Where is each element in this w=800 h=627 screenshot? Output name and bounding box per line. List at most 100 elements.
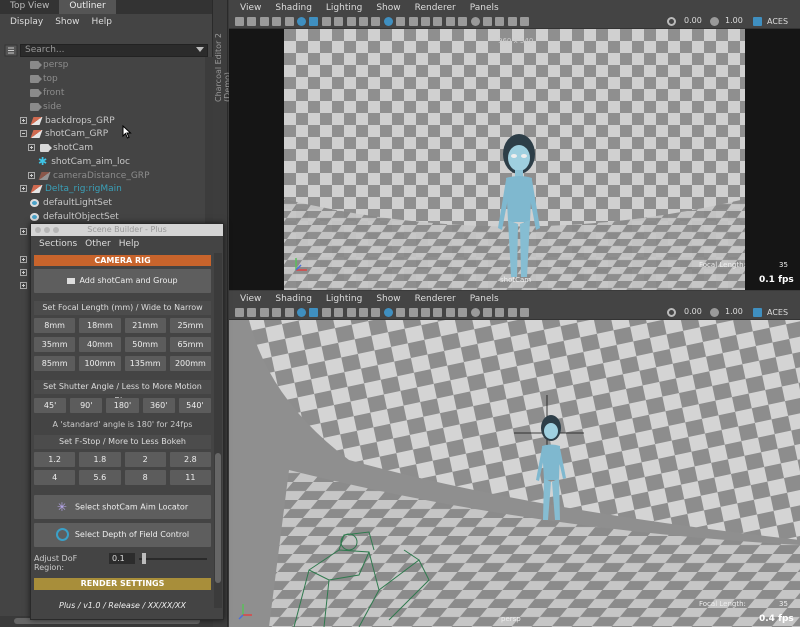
- fstop-button-1-2[interactable]: 1.2: [34, 452, 76, 467]
- collapse-icon[interactable]: [20, 130, 27, 137]
- fstop-button-2[interactable]: 2: [124, 452, 166, 467]
- camera-rig-header[interactable]: CAMERA RIG: [34, 255, 211, 266]
- gate-mask-icon[interactable]: [321, 17, 331, 26]
- safe-title-icon[interactable]: [359, 17, 368, 26]
- add-shotcam-button[interactable]: Add shotCam and Group: [34, 269, 211, 293]
- scene-builder-scrollbar[interactable]: [214, 253, 222, 608]
- outliner-item-camera-distance-grp[interactable]: cameraDistance_GRP: [28, 169, 150, 182]
- expand-icon[interactable]: [28, 144, 35, 151]
- image-plane-icon[interactable]: [272, 17, 282, 26]
- safe-action-icon[interactable]: [346, 308, 356, 317]
- fstop-button-4[interactable]: 4: [34, 470, 76, 485]
- dof-region-slider[interactable]: [139, 558, 207, 560]
- menu-panels[interactable]: Panels: [463, 3, 506, 13]
- motion-blur-icon[interactable]: [458, 17, 468, 26]
- expand-icon[interactable]: [20, 117, 27, 124]
- bookmark-icon[interactable]: [259, 308, 269, 317]
- tab-top-view[interactable]: Top View: [0, 0, 59, 14]
- menu-show[interactable]: Show: [49, 17, 85, 27]
- focal-button-100mm[interactable]: 100mm: [79, 356, 121, 371]
- focal-button-135mm[interactable]: 135mm: [124, 356, 166, 371]
- image-plane-icon[interactable]: [272, 308, 282, 317]
- wireframe-on-shaded-icon[interactable]: [396, 308, 406, 317]
- lights-icon[interactable]: [421, 308, 430, 317]
- ambient-occlusion-icon[interactable]: [445, 17, 455, 26]
- menu-lighting[interactable]: Lighting: [319, 3, 369, 13]
- scrollbar-thumb[interactable]: [215, 453, 221, 583]
- xray-icon[interactable]: [495, 17, 505, 26]
- shutter-button-360[interactable]: 360': [142, 398, 175, 413]
- motion-blur-icon[interactable]: [458, 308, 468, 317]
- minimize-window-icon[interactable]: [44, 227, 50, 233]
- fstop-button-11[interactable]: 11: [169, 470, 211, 485]
- render-settings-header[interactable]: RENDER SETTINGS: [34, 578, 211, 590]
- textured-icon[interactable]: [408, 17, 418, 26]
- film-gate-icon[interactable]: [297, 17, 306, 26]
- exposure-value[interactable]: 0.00: [684, 16, 702, 25]
- textured-icon[interactable]: [408, 308, 418, 317]
- menu-view[interactable]: View: [233, 294, 268, 304]
- focal-button-85mm[interactable]: 85mm: [34, 356, 76, 371]
- expand-icon[interactable]: [20, 256, 27, 263]
- outliner-item-side[interactable]: side: [30, 100, 61, 113]
- menu-renderer[interactable]: Renderer: [408, 294, 463, 304]
- camera-attributes-icon[interactable]: [247, 17, 257, 26]
- menu-shading[interactable]: Shading: [268, 294, 319, 304]
- chevron-down-icon[interactable]: [196, 47, 204, 52]
- select-camera-icon[interactable]: [235, 308, 244, 317]
- outliner-item-default-light-set[interactable]: defaultLightSet: [30, 196, 112, 209]
- shutter-button-540[interactable]: 540': [178, 398, 211, 413]
- outliner-item-default-object-set[interactable]: defaultObjectSet: [30, 210, 119, 223]
- menu-shading[interactable]: Shading: [268, 3, 319, 13]
- xray-joints-icon[interactable]: [507, 17, 517, 26]
- gamma-icon[interactable]: [710, 308, 719, 317]
- exposure-value[interactable]: 0.00: [684, 307, 702, 316]
- outliner-item-shotcam-grp[interactable]: shotCam_GRP: [20, 127, 108, 140]
- menu-other[interactable]: Other: [81, 239, 115, 249]
- menu-help[interactable]: Help: [85, 17, 118, 27]
- field-chart-icon[interactable]: [334, 17, 344, 26]
- ambient-occlusion-icon[interactable]: [445, 308, 455, 317]
- safe-action-icon[interactable]: [346, 17, 356, 26]
- focal-button-35mm[interactable]: 35mm: [34, 337, 76, 352]
- lights-icon[interactable]: [421, 17, 430, 26]
- fstop-button-2-8[interactable]: 2.8: [169, 452, 211, 467]
- focal-button-65mm[interactable]: 65mm: [169, 337, 211, 352]
- shadows-icon[interactable]: [433, 17, 443, 26]
- fstop-button-1-8[interactable]: 1.8: [79, 452, 121, 467]
- menu-show[interactable]: Show: [369, 3, 407, 13]
- anti-aliasing-icon[interactable]: [470, 17, 480, 26]
- exposure-icon[interactable]: [667, 308, 676, 317]
- select-aim-locator-button[interactable]: ✳ Select shotCam Aim Locator: [34, 495, 211, 519]
- outliner-item-shotcam-aim-loc[interactable]: ✱ shotCam_aim_loc: [38, 155, 130, 168]
- gamma-value[interactable]: 1.00: [725, 307, 743, 316]
- isolate-select-icon[interactable]: [483, 17, 492, 26]
- exposure-icon[interactable]: [667, 17, 676, 26]
- scene-builder-titlebar[interactable]: Scene Builder - Plus: [31, 224, 223, 236]
- wireframe-on-shaded-icon[interactable]: [396, 17, 406, 26]
- outliner-search-input[interactable]: Search...: [20, 44, 208, 57]
- expand-icon[interactable]: [20, 282, 27, 289]
- xray-joints-icon[interactable]: [507, 308, 517, 317]
- safe-title-icon[interactable]: [359, 308, 368, 317]
- focal-button-8mm[interactable]: 8mm: [34, 318, 76, 333]
- fstop-button-8[interactable]: 8: [124, 470, 166, 485]
- smooth-shade-icon[interactable]: [383, 308, 393, 317]
- focal-button-25mm[interactable]: 25mm: [169, 318, 211, 333]
- focal-button-40mm[interactable]: 40mm: [79, 337, 121, 352]
- outliner-item-delta-rig[interactable]: Delta_rig:rigMain: [20, 182, 122, 195]
- focal-button-200mm[interactable]: 200mm: [169, 356, 211, 371]
- wireframe-icon[interactable]: [371, 308, 381, 317]
- menu-show[interactable]: Show: [369, 294, 407, 304]
- menu-panels[interactable]: Panels: [463, 294, 506, 304]
- expand-icon[interactable]: [20, 269, 27, 276]
- color-space-selector[interactable]: ACES 1.0: [764, 15, 800, 39]
- select-dof-control-button[interactable]: Select Depth of Field Control: [34, 523, 211, 547]
- resolution-gate-icon[interactable]: [309, 308, 319, 317]
- viewport-persp[interactable]: View Shading Lighting Show Renderer Pane…: [229, 291, 800, 627]
- expand-icon[interactable]: [28, 172, 35, 179]
- isolate-select-icon[interactable]: [483, 308, 492, 317]
- fstop-button-5-6[interactable]: 5.6: [79, 470, 121, 485]
- resolution-gate-icon[interactable]: [309, 17, 319, 26]
- xray-icon[interactable]: [495, 308, 505, 317]
